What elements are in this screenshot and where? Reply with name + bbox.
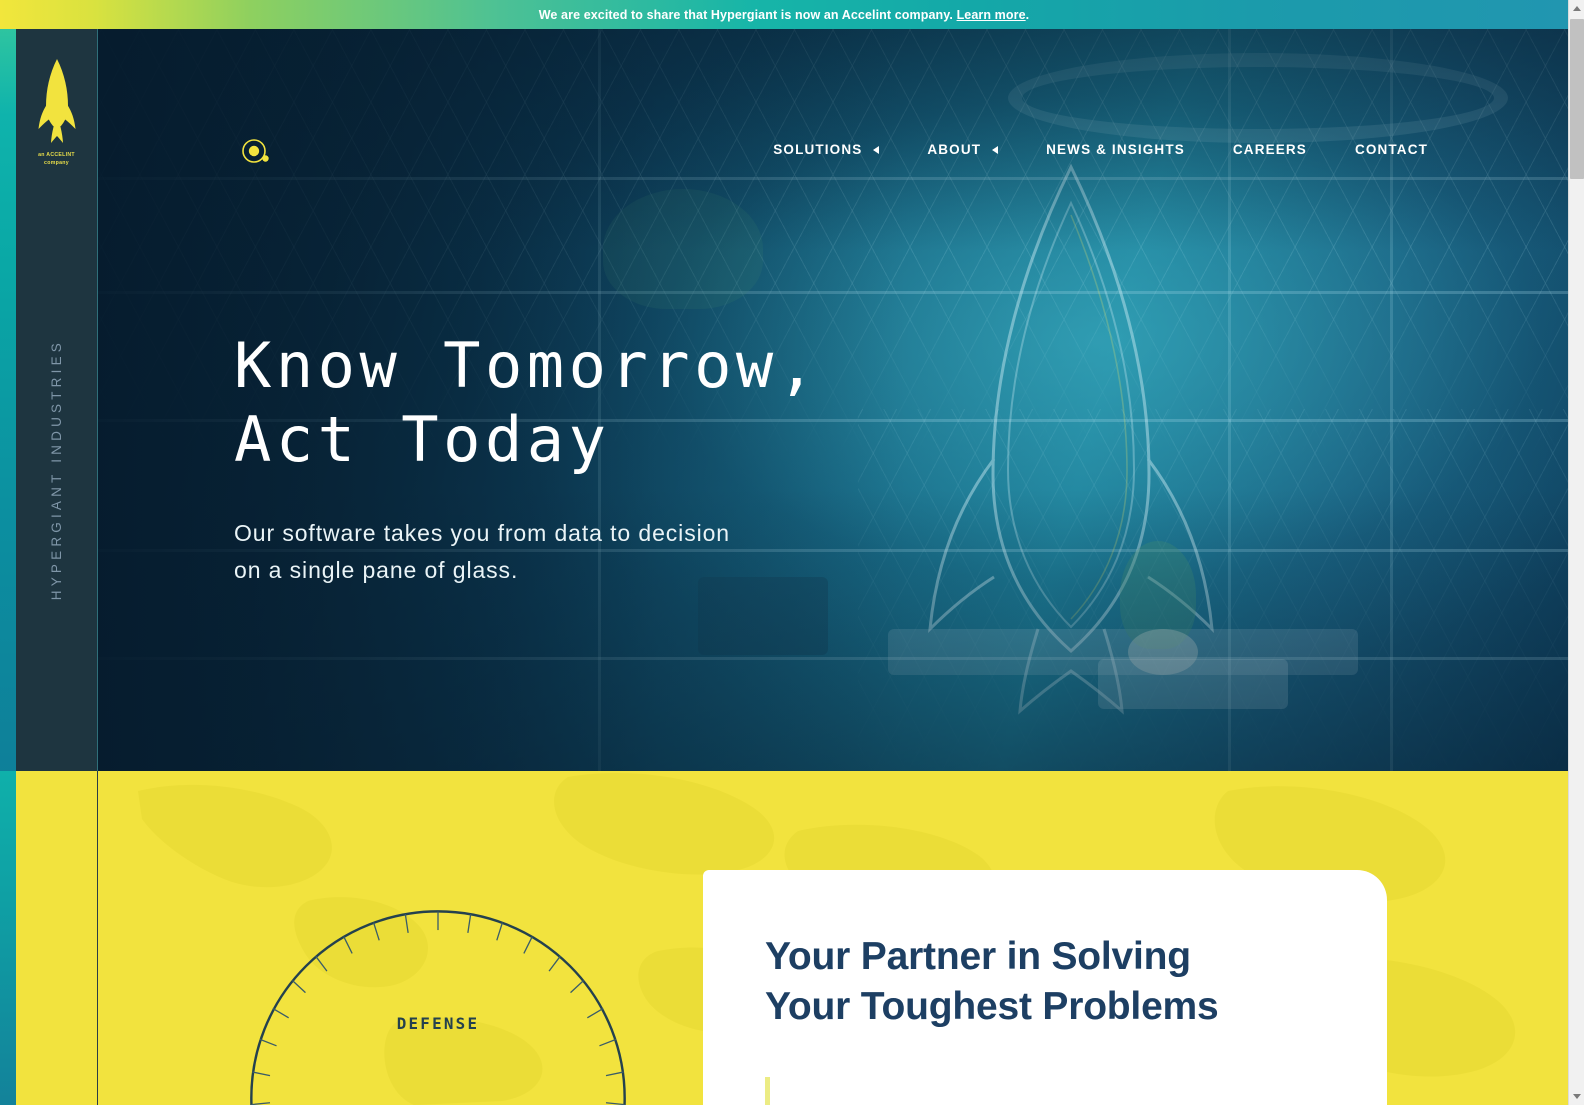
hypergiant-rocket-logo-icon <box>38 59 75 143</box>
nav-item-about[interactable]: ABOUT <box>903 142 1022 157</box>
hero-title: Know Tomorrow, Act Today <box>234 329 820 476</box>
announcement-learn-more-link[interactable]: Learn more <box>957 8 1026 22</box>
nav-item-careers-label: CAREERS <box>1232 142 1307 157</box>
announcement-banner-period: . <box>1025 7 1030 22</box>
nav-item-solutions-label: SOLUTIONS <box>773 142 863 157</box>
solutions-card: Your Partner in Solving Your Toughest Pr… <box>703 870 1387 1105</box>
chevron-down-icon <box>992 145 999 154</box>
solutions-section: DEFENSE Your Partner in Solving Your Tou… <box>98 771 1568 1105</box>
page-root: We are excited to share that Hypergiant … <box>0 0 1584 1105</box>
logo-block[interactable]: an ACCELINT company <box>27 57 87 168</box>
solutions-card-title: Your Partner in Solving Your Toughest Pr… <box>765 935 1219 1028</box>
nav-item-contact[interactable]: CONTACT <box>1331 142 1452 157</box>
nav-item-news-label: NEWS & INSIGHTS <box>1046 142 1185 157</box>
announcement-banner-text: We are excited to share that Hypergiant … <box>539 8 1029 22</box>
vertical-brand-text: HYPERGIANT INDUSTRIES <box>49 339 64 601</box>
announcement-banner-message: We are excited to share that Hypergiant … <box>538 7 953 22</box>
orbit-atom-icon[interactable] <box>240 137 272 169</box>
chevron-down-icon <box>873 145 880 154</box>
announcement-banner: We are excited to share that Hypergiant … <box>0 0 1568 29</box>
nav-item-contact-label: CONTACT <box>1354 142 1428 157</box>
nav-item-solutions[interactable]: SOLUTIONS <box>749 142 903 157</box>
scroll-down-arrow[interactable] <box>1569 1088 1584 1105</box>
logo-subtitle: an ACCELINT company <box>38 152 75 168</box>
logo-subtitle-line1: an ACCELINT <box>38 152 75 158</box>
nav-item-about-label: ABOUT <box>927 142 982 157</box>
dial-label-defense: DEFENSE <box>397 1014 480 1033</box>
defense-dial-graphic: DEFENSE <box>250 910 626 1105</box>
left-sidebar: an ACCELINT company HYPERGIANT INDUSTRIE… <box>16 29 98 771</box>
quote-accent-bar <box>765 1077 770 1105</box>
browser-scrollbar[interactable] <box>1568 0 1584 1105</box>
primary-navigation: SOLUTIONS ABOUT NEWS & INSIGHTS CAREERS … <box>749 142 1452 157</box>
scroll-up-arrow[interactable] <box>1569 0 1584 17</box>
left-sidebar-lower <box>16 771 98 1105</box>
nav-item-news-and-insights[interactable]: NEWS & INSIGHTS <box>1022 142 1209 157</box>
hero-subtitle: Our software takes you from data to deci… <box>234 520 730 583</box>
scrollbar-thumb[interactable] <box>1570 19 1584 179</box>
left-gradient-rail-lower <box>0 771 16 1105</box>
nav-item-careers[interactable]: CAREERS <box>1209 142 1331 157</box>
vertical-brand-label: HYPERGIANT INDUSTRIES <box>0 339 197 605</box>
hero-copy-block: Know Tomorrow, Act Today Our software ta… <box>234 329 820 589</box>
logo-subtitle-line2: company <box>44 159 69 166</box>
hero-section: SOLUTIONS ABOUT NEWS & INSIGHTS CAREERS … <box>98 29 1568 771</box>
